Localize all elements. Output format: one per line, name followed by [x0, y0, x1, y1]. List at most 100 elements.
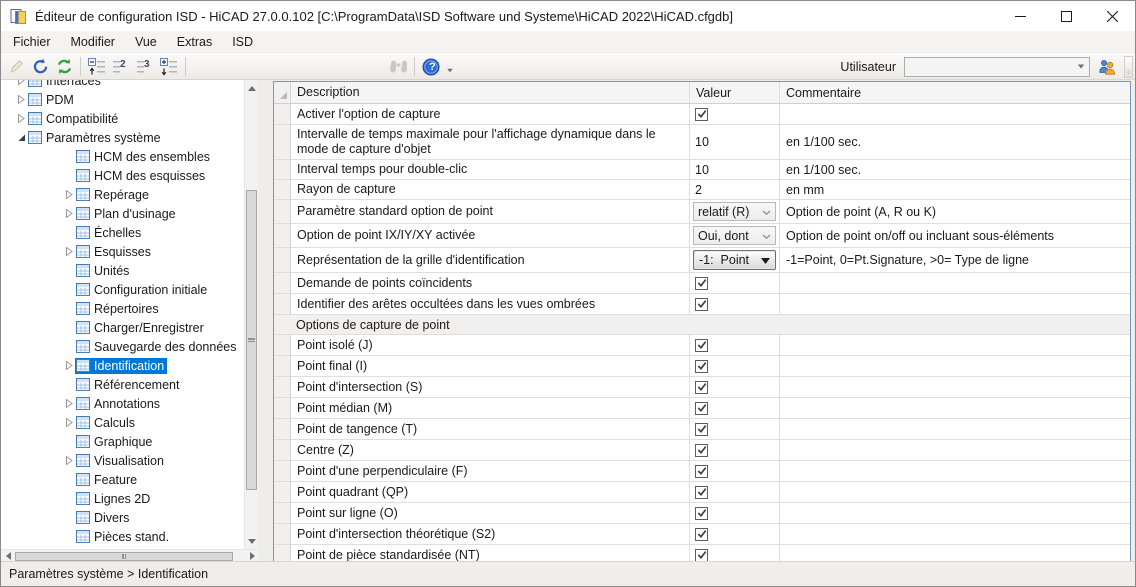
tree-item-annotations[interactable]: Annotations: [1, 394, 244, 413]
row-selector-cell[interactable]: [274, 180, 291, 199]
tree-label[interactable]: Feature: [75, 472, 140, 488]
value-dropdown[interactable]: Oui, dont: [693, 226, 776, 245]
tree-item-divers[interactable]: Divers: [1, 508, 244, 527]
tree-collapsed-arrow[interactable]: [63, 209, 75, 218]
checkbox[interactable]: [695, 298, 708, 311]
tree-label[interactable]: Visualisation: [75, 453, 167, 469]
tree-label[interactable]: Sauvegarde des données: [75, 339, 239, 355]
vertical-scrollbar-thumb[interactable]: [246, 190, 257, 490]
tree-item-esquisses[interactable]: Esquisses: [1, 242, 244, 261]
collapse-level-button[interactable]: [85, 55, 109, 78]
toolbar-grip[interactable]: ⁘: [1124, 56, 1133, 78]
horizontal-scrollbar-thumb[interactable]: [15, 552, 233, 561]
checkbox[interactable]: [695, 360, 708, 373]
tree-label[interactable]: HCM des ensembles: [75, 149, 213, 165]
tree-item-interfaces[interactable]: Interfaces: [1, 80, 244, 90]
value-text[interactable]: 2: [693, 183, 702, 197]
tree-item-referencement[interactable]: Référencement: [1, 375, 244, 394]
row-selector-cell[interactable]: [274, 248, 291, 272]
close-button[interactable]: [1089, 1, 1135, 31]
tree-label[interactable]: Plan d'usinage: [75, 206, 179, 222]
scroll-down-button[interactable]: [245, 535, 258, 547]
tree-label[interactable]: Interfaces: [27, 80, 104, 89]
checkbox[interactable]: [695, 339, 708, 352]
row-selector-cell[interactable]: [274, 335, 291, 355]
row-selector-cell[interactable]: [274, 294, 291, 314]
row-selector-cell[interactable]: [274, 482, 291, 502]
checkbox[interactable]: [695, 444, 708, 457]
row-selector-cell[interactable]: [274, 224, 291, 247]
maximize-button[interactable]: [1043, 1, 1089, 31]
tree-label[interactable]: Pièces stand.: [75, 529, 172, 545]
menu-fichier[interactable]: Fichier: [3, 32, 61, 52]
tree-item-hcm-des-ensembles[interactable]: HCM des ensembles: [1, 147, 244, 166]
row-selector-cell[interactable]: [274, 524, 291, 544]
tree-label[interactable]: Charger/Enregistrer: [75, 320, 207, 336]
user-combobox[interactable]: [904, 57, 1090, 77]
tree-collapsed-arrow[interactable]: [15, 95, 27, 104]
tree-label[interactable]: Lignes 2D: [75, 491, 153, 507]
tree-item-parametres-systeme[interactable]: Paramètres système: [1, 128, 244, 147]
tree-item-graphique[interactable]: Graphique: [1, 432, 244, 451]
row-selector-cell[interactable]: [274, 398, 291, 418]
tree-label[interactable]: Divers: [75, 510, 132, 526]
tree-item-pdm[interactable]: PDM: [1, 90, 244, 109]
tree-collapsed-arrow[interactable]: [63, 456, 75, 465]
checkbox[interactable]: [695, 402, 708, 415]
menu-vue[interactable]: Vue: [125, 32, 167, 52]
checkbox[interactable]: [695, 381, 708, 394]
tree-item-plan-d-usinage[interactable]: Plan d'usinage: [1, 204, 244, 223]
refresh-button[interactable]: [52, 55, 76, 78]
tree-item-configuration-initiale[interactable]: Configuration initiale: [1, 280, 244, 299]
row-selector-cell[interactable]: [274, 160, 291, 179]
tree-label[interactable]: PDM: [27, 92, 77, 108]
undo-button[interactable]: [28, 55, 52, 78]
menu-extras[interactable]: Extras: [167, 32, 222, 52]
tree-item-sauvegarde-des-donnees[interactable]: Sauvegarde des données: [1, 337, 244, 356]
checkbox[interactable]: [695, 423, 708, 436]
tree-item-identification[interactable]: Identification: [1, 356, 244, 375]
tree-expanded-arrow[interactable]: [15, 133, 27, 142]
row-selector-cell[interactable]: [274, 377, 291, 397]
tree-item-calculs[interactable]: Calculs: [1, 413, 244, 432]
value-dropdown[interactable]: -1: Point: [693, 250, 776, 270]
row-selector-cell[interactable]: [274, 356, 291, 376]
tree-label[interactable]: Répertoires: [75, 301, 162, 317]
tree-collapsed-arrow[interactable]: [63, 361, 75, 370]
menu-isd[interactable]: ISD: [222, 32, 263, 52]
tree-label[interactable]: Calculs: [75, 415, 138, 431]
tree-item-compatibilite[interactable]: Compatibilité: [1, 109, 244, 128]
row-selector-cell[interactable]: [274, 419, 291, 439]
checkbox[interactable]: [695, 465, 708, 478]
tree-label[interactable]: Configuration initiale: [75, 282, 210, 298]
tree-item-visualisation[interactable]: Visualisation: [1, 451, 244, 470]
tree-label[interactable]: Esquisses: [75, 244, 154, 260]
checkbox[interactable]: [695, 277, 708, 290]
row-selector-cell[interactable]: [274, 461, 291, 481]
tree-collapsed-arrow[interactable]: [15, 80, 27, 85]
tree-item-echelles[interactable]: Échelles: [1, 223, 244, 242]
minimize-button[interactable]: [997, 1, 1043, 31]
tree-collapsed-arrow[interactable]: [15, 114, 27, 123]
menu-modifier[interactable]: Modifier: [61, 32, 125, 52]
tree-collapsed-arrow[interactable]: [63, 418, 75, 427]
row-selector-cell[interactable]: [274, 503, 291, 523]
row-selector-cell[interactable]: [274, 273, 291, 293]
tree-label[interactable]: Échelles: [75, 225, 144, 241]
row-selector-cell[interactable]: [274, 200, 291, 223]
tree-label[interactable]: HCM des esquisses: [75, 168, 208, 184]
value-text[interactable]: 10: [693, 135, 709, 149]
tree-collapsed-arrow[interactable]: [63, 399, 75, 408]
checkbox[interactable]: [695, 486, 708, 499]
tree-label[interactable]: Graphique: [75, 434, 155, 450]
tree-item-repertoires[interactable]: Répertoires: [1, 299, 244, 318]
help-button[interactable]: ?: [419, 55, 443, 78]
tree-collapsed-arrow[interactable]: [63, 247, 75, 256]
column-header-comment[interactable]: Commentaire: [780, 82, 1130, 103]
expand-level-2-button[interactable]: 2: [109, 55, 133, 78]
edit-button[interactable]: [4, 55, 28, 78]
tree-item-unites[interactable]: Unités: [1, 261, 244, 280]
tree-item-reperage[interactable]: Repérage: [1, 185, 244, 204]
users-button[interactable]: [1094, 55, 1120, 78]
toolbar-overflow-button[interactable]: [443, 55, 456, 78]
